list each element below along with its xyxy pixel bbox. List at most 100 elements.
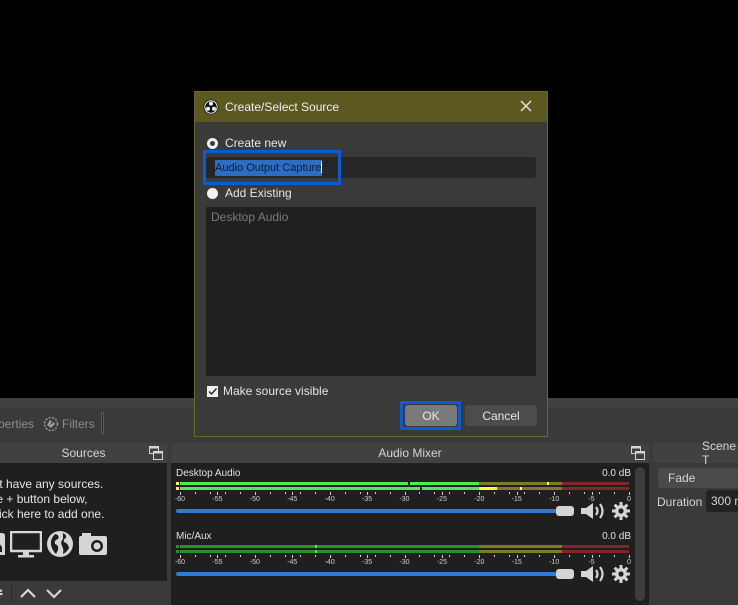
meter-tick [389, 555, 391, 557]
meter-tick [314, 492, 316, 494]
sources-list[interactable]: don't have any sources. k the + button b… [0, 463, 167, 581]
meter-tick [509, 492, 511, 494]
move-up-icon[interactable] [19, 587, 37, 602]
meter-tick [389, 492, 391, 494]
meter-tick [224, 555, 226, 557]
volume-slider[interactable] [176, 506, 574, 516]
meter-segment [479, 550, 562, 553]
dialog-title-bar[interactable]: Create/Select Source [195, 92, 547, 122]
meter-tick [524, 492, 526, 494]
meter-tick-label: -50 [249, 559, 260, 566]
meter-tick [299, 555, 301, 557]
meter-major-tick [180, 492, 181, 495]
meter-tick-label: -10 [549, 559, 560, 566]
meter-bar-row [176, 482, 631, 485]
add-existing-radio[interactable]: Add Existing [207, 186, 292, 200]
volume-slider-handle[interactable] [556, 569, 574, 579]
meter-tick [194, 555, 196, 557]
meter-major-tick [217, 492, 219, 495]
ok-button[interactable]: OK [405, 405, 457, 426]
obs-logo-icon [203, 99, 219, 115]
meter-major-tick [329, 555, 331, 558]
meter-major-tick [292, 492, 294, 495]
meter-major-tick [367, 555, 369, 558]
dialog-title: Create/Select Source [225, 100, 340, 114]
meter-tick [269, 555, 271, 557]
meter-tick [374, 492, 376, 494]
move-down-icon[interactable] [45, 587, 63, 602]
meter-segment [561, 482, 629, 485]
mixer-channel-desktop-audio: Desktop Audio 0.0 dB -60 -55 -50 -45 -40 -35 -… [175, 468, 631, 530]
meter-major-tick [254, 555, 256, 558]
volume-slider-handle[interactable] [556, 506, 574, 516]
meter-major-tick [629, 492, 630, 495]
meter-clip-indicator [176, 550, 179, 553]
undock-icon[interactable] [631, 446, 645, 463]
create-new-radio[interactable]: Create new [207, 136, 286, 150]
volume-slider[interactable] [176, 569, 574, 579]
make-source-visible-label: Make source visible [223, 384, 329, 398]
channel-settings-gear-icon[interactable] [612, 565, 630, 586]
source-type-icons [0, 530, 108, 558]
meter-tick-label: -60 [174, 559, 186, 566]
meter-tick [209, 555, 211, 557]
source-properties-gear-icon[interactable] [0, 586, 4, 603]
meter-segment [561, 550, 629, 553]
meter-bar-row [176, 550, 631, 553]
radio-button-unchecked[interactable] [207, 187, 218, 199]
filters-label: Filters [62, 417, 95, 431]
transition-select[interactable]: Fade [658, 468, 738, 488]
properties-button[interactable]: perties [0, 417, 34, 431]
meter-tick-label: -30 [399, 496, 410, 503]
meter-segment [561, 487, 629, 490]
meter-tick [614, 555, 616, 557]
meter-major-tick [217, 555, 219, 558]
close-icon[interactable] [519, 99, 539, 116]
meter-tick [569, 555, 571, 557]
duration-input[interactable]: 300 m [706, 490, 738, 512]
meter-tick [344, 492, 346, 494]
checkbox-checked[interactable] [207, 385, 218, 397]
meter-tick [209, 492, 211, 494]
focus-highlight [203, 150, 341, 185]
meter-tick [419, 492, 421, 494]
radio-button-checked[interactable] [207, 137, 218, 149]
meter-tick [239, 492, 241, 494]
meter-clip-indicator [176, 482, 179, 485]
speaker-mute-icon[interactable] [580, 502, 606, 523]
mixer-scrollbar[interactable] [635, 467, 645, 601]
list-item[interactable]: Desktop Audio [211, 210, 288, 224]
meter-major-tick [554, 555, 556, 558]
meter-major-tick [329, 492, 331, 495]
meter-segment [180, 487, 480, 490]
cancel-button[interactable]: Cancel [465, 405, 537, 426]
channel-settings-gear-icon[interactable] [612, 502, 630, 523]
duration-value: 300 m [711, 494, 738, 508]
existing-sources-list[interactable]: Desktop Audio [206, 207, 536, 376]
audio-mixer-title: Audio Mixer [378, 446, 442, 460]
meter-tick [224, 492, 226, 494]
filters-button[interactable]: Filters [43, 416, 95, 432]
meter-tick [284, 555, 286, 557]
meter-tick-label: -50 [249, 496, 260, 503]
meter-tick [434, 492, 436, 494]
meter-tick [509, 555, 511, 557]
meter-tick [539, 492, 541, 494]
meter-peak-marker [520, 487, 523, 490]
meter-peak-marker [314, 550, 317, 553]
meter-tick [464, 492, 466, 494]
properties-label: perties [0, 417, 35, 431]
make-source-visible-checkbox[interactable]: Make source visible [207, 384, 328, 398]
meter-peak-marker [546, 482, 549, 485]
meter-major-tick [254, 492, 256, 495]
undock-icon[interactable] [149, 446, 163, 463]
meter-major-tick [367, 492, 369, 495]
sources-dock: Sources don't have any sources. k the + … [0, 443, 167, 605]
meter-clip-indicator [176, 545, 179, 548]
speaker-mute-icon[interactable] [580, 565, 606, 586]
image-icon [0, 533, 5, 555]
meter-scale: -60 -55 -50 -45 -40 -35 -30 -25 -20 -15 -10 -5 0 [174, 555, 631, 569]
meter-tick [374, 555, 376, 557]
checkmark-icon [208, 387, 218, 395]
audio-mixer-dock: Audio Mixer Desktop Audio 0.0 dB -60 -55 -… [171, 443, 649, 605]
